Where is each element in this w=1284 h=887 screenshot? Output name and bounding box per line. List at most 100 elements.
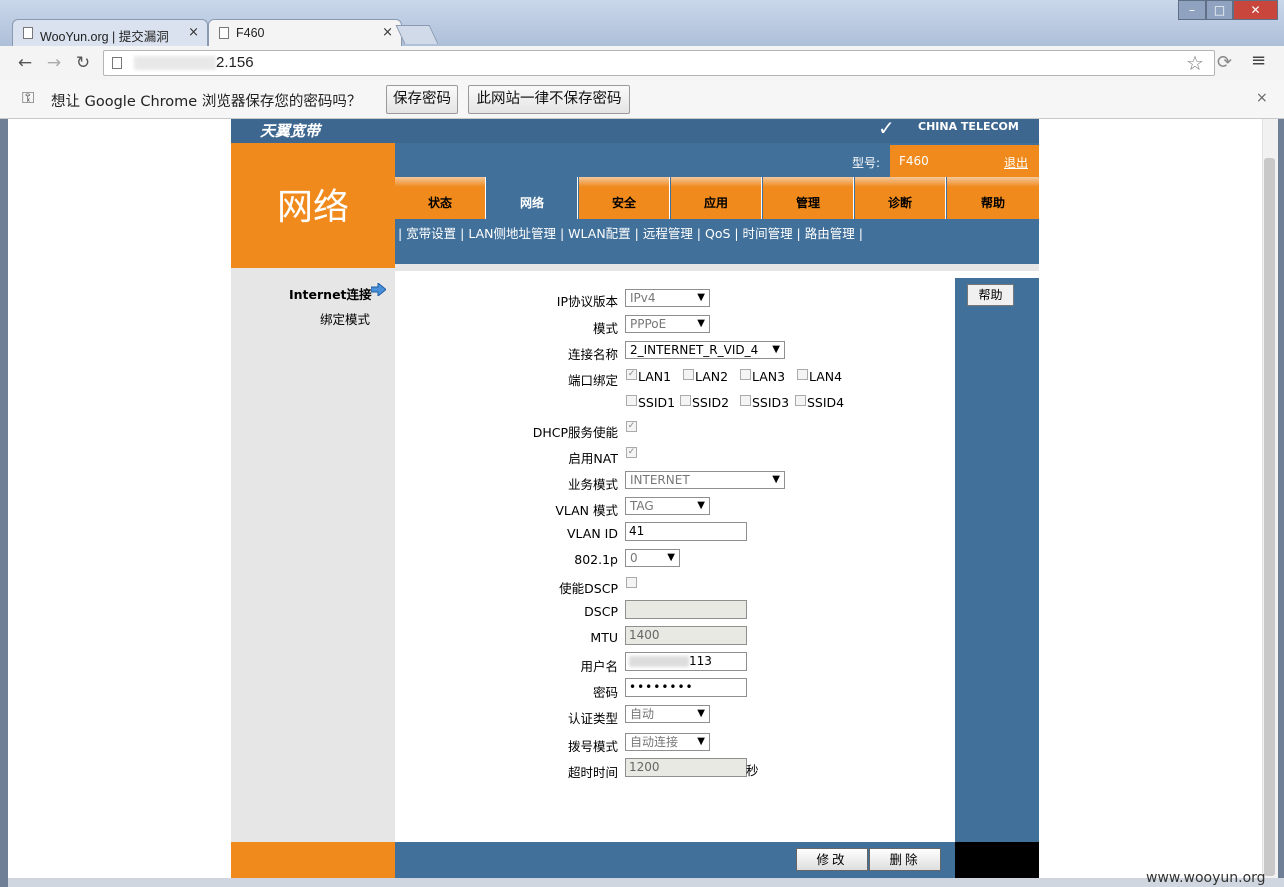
back-icon[interactable]: ← <box>14 52 36 74</box>
service-mode-label: 业务模式 <box>567 477 618 492</box>
tab-network[interactable]: 网络 <box>487 177 578 219</box>
timeout-label: 超时时间 <box>567 765 618 780</box>
ssid4-label: SSID4 <box>807 395 845 410</box>
telecom-logo-icon: ✓ <box>878 116 895 140</box>
nat-label: 启用NAT <box>568 451 618 466</box>
tab-diagnosis[interactable]: 诊断 <box>855 177 946 219</box>
auth-select[interactable]: 自动 ▼ <box>625 705 710 723</box>
extension-icon[interactable]: ⟳ <box>1217 52 1232 73</box>
forward-icon[interactable]: → <box>43 52 65 74</box>
footer-right <box>955 842 1039 878</box>
reload-icon[interactable]: ↻ <box>72 52 94 74</box>
logout-link[interactable]: 退出 <box>1004 154 1028 171</box>
password-input[interactable]: •••••••• <box>625 678 747 697</box>
lan2-checkbox[interactable] <box>683 369 694 380</box>
service-mode-select[interactable]: INTERNET ▼ <box>625 471 785 489</box>
lan3-checkbox[interactable] <box>740 369 751 380</box>
help-button[interactable]: 帮助 <box>967 284 1014 306</box>
ip-version-select[interactable]: IPv4 ▼ <box>625 289 710 307</box>
auth-label: 认证类型 <box>567 711 618 726</box>
never-save-button[interactable]: 此网站一律不保存密码 <box>468 85 630 114</box>
delete-button[interactable]: 删除 <box>869 848 941 871</box>
timeout-input[interactable]: 1200 <box>625 758 747 777</box>
auth-value: 自动 <box>630 707 655 721</box>
ssid1-label: SSID1 <box>638 395 676 410</box>
dscp-enable-checkbox[interactable] <box>626 577 637 588</box>
save-password-button[interactable]: 保存密码 <box>386 85 458 114</box>
dscp-enable-label: 使能DSCP <box>559 581 618 596</box>
dropdown-arrow-icon: ▼ <box>697 736 705 747</box>
menu-icon[interactable]: ≡ <box>1251 50 1266 71</box>
ssid1-checkbox[interactable] <box>626 395 637 406</box>
tab-wooyun[interactable]: WooYun.org | 提交漏洞 × <box>12 19 208 46</box>
section-title: 网络 <box>276 187 349 228</box>
dot1p-value: 0 <box>630 551 638 565</box>
dropdown-arrow-icon: ▼ <box>697 318 705 329</box>
dhcp-checkbox[interactable]: ✓ <box>626 421 637 432</box>
address-bar[interactable]: 2.156 <box>103 50 1215 76</box>
star-icon[interactable]: ☆ <box>1186 51 1204 75</box>
tab-application[interactable]: 应用 <box>671 177 762 219</box>
scrollbar-thumb[interactable] <box>1264 158 1275 876</box>
url-text: 2.156 <box>216 54 254 71</box>
conn-name-select[interactable]: 2_INTERNET_R_VID_4 ▼ <box>625 341 785 359</box>
dot1p-label: 802.1p <box>574 552 618 567</box>
tab-help[interactable]: 帮助 <box>947 177 1039 219</box>
dscp-label: DSCP <box>584 604 618 619</box>
menu-item-internet[interactable]: Internet连接 <box>289 284 372 303</box>
modify-button[interactable]: 修改 <box>796 848 868 871</box>
ssid4-checkbox[interactable] <box>795 395 806 406</box>
tab-f460[interactable]: F460 × <box>208 19 402 46</box>
infobar-message: 想让 Google Chrome 浏览器保存您的密码吗？ <box>51 94 362 110</box>
tab-management[interactable]: 管理 <box>763 177 854 219</box>
timeout-unit: 秒 <box>746 763 759 778</box>
help-panel <box>955 278 1039 842</box>
lan4-checkbox[interactable] <box>797 369 808 380</box>
vlan-mode-select[interactable]: TAG ▼ <box>625 497 710 515</box>
minimize-button[interactable]: – <box>1178 0 1206 20</box>
dhcp-label: DHCP服务使能 <box>532 425 618 440</box>
nat-checkbox[interactable]: ✓ <box>626 447 637 458</box>
tab-security[interactable]: 安全 <box>579 177 670 219</box>
ssid2-checkbox[interactable] <box>680 395 691 406</box>
mtu-input[interactable]: 1400 <box>625 626 747 645</box>
dropdown-arrow-icon: ▼ <box>697 500 705 511</box>
menu-item-binding[interactable]: 绑定模式 <box>320 309 370 328</box>
mode-select[interactable]: PPPoE ▼ <box>625 315 710 333</box>
maximize-button[interactable]: □ <box>1206 0 1233 20</box>
sub-navigation[interactable]: | 宽带设置 | LAN侧地址管理 | WLAN配置 | 远程管理 | QoS … <box>398 223 863 242</box>
password-label: 密码 <box>592 685 618 700</box>
ssid3-checkbox[interactable] <box>740 395 751 406</box>
service-mode-value: INTERNET <box>630 473 690 487</box>
mode-value: PPPoE <box>630 317 667 331</box>
vlan-id-input[interactable]: 41 <box>625 522 747 541</box>
lan3-label: LAN3 <box>752 369 786 384</box>
lan1-checkbox[interactable]: ✓ <box>626 369 637 380</box>
dropdown-arrow-icon: ▼ <box>697 292 705 303</box>
page-icon <box>112 57 122 69</box>
dot1p-select[interactable]: 0 ▼ <box>625 549 680 567</box>
mtu-label: MTU <box>590 630 618 645</box>
conn-name-label: 连接名称 <box>567 347 618 362</box>
close-icon[interactable]: × <box>188 25 199 40</box>
key-icon: ⚿ <box>22 88 35 107</box>
document-icon <box>219 27 229 39</box>
header-divider <box>395 264 1039 271</box>
port-bind-label: 端口绑定 <box>567 373 618 388</box>
dial-select[interactable]: 自动连接 ▼ <box>625 733 710 751</box>
tab-status[interactable]: 状态 <box>395 177 486 219</box>
close-icon[interactable]: × <box>382 25 393 40</box>
lan1-label: LAN1 <box>638 369 672 384</box>
dial-label: 拨号模式 <box>567 739 618 754</box>
brand-text: CHINA TELECOM <box>918 120 1019 133</box>
logo-text: 天翼宽带 <box>260 122 321 140</box>
dscp-input[interactable] <box>625 600 747 619</box>
username-input[interactable]: 113 <box>625 652 747 671</box>
ip-version-value: IPv4 <box>630 291 656 305</box>
lan4-label: LAN4 <box>809 369 843 384</box>
window-close-button[interactable]: ✕ <box>1233 0 1278 20</box>
document-icon <box>23 27 33 39</box>
dropdown-arrow-icon: ▼ <box>667 552 675 563</box>
close-icon[interactable]: × <box>1256 90 1268 106</box>
arrow-right-icon <box>371 283 386 296</box>
